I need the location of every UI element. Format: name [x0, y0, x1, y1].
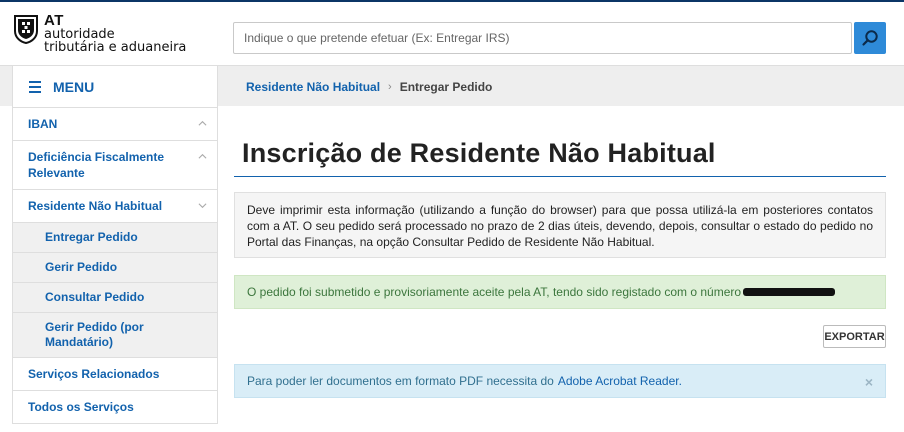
search-button[interactable] — [854, 22, 886, 54]
coat-of-arms-icon — [14, 15, 38, 44]
success-message: O pedido foi submetido e provisoriamente… — [247, 285, 742, 299]
sidebar-item-todos-servicos[interactable]: Todos os Serviços — [13, 390, 217, 423]
chevron-up-icon — [198, 153, 207, 159]
search-input[interactable] — [233, 22, 852, 54]
redacted-request-number — [743, 288, 836, 296]
success-alert: O pedido foi submetido e provisoriamente… — [234, 275, 886, 309]
sidebar-item-label: Deficiência Fiscalmente Relevante — [28, 150, 165, 180]
sidebar-subitem-consultar-pedido[interactable]: Consultar Pedido — [13, 282, 217, 312]
sidebar-item-servicos-relacionados[interactable]: Serviços Relacionados — [13, 357, 217, 390]
page-title: Inscrição de Residente Não Habitual — [242, 138, 716, 168]
sidebar-item-deficiencia[interactable]: Deficiência Fiscalmente Relevante — [13, 140, 217, 189]
breadcrumb: Residente Não Habitual › Entregar Pedido — [246, 80, 492, 94]
close-icon[interactable]: × — [865, 374, 873, 390]
sidebar-menu: IBAN Deficiência Fiscalmente Relevante R… — [12, 107, 218, 424]
export-button[interactable]: EXPORTAR — [823, 325, 886, 348]
breadcrumb-current: Entregar Pedido — [399, 80, 493, 94]
print-info-box: Deve imprimir esta informação (utilizand… — [234, 192, 886, 258]
pdf-info-alert: Para poder ler documentos em formato PDF… — [234, 364, 886, 398]
sidebar-item-iban[interactable]: IBAN — [13, 108, 217, 140]
sidebar-subitem-gerir-pedido-mandatario[interactable]: Gerir Pedido (por Mandatário) — [13, 312, 217, 357]
sidebar-subitem-entregar-pedido[interactable]: Entregar Pedido — [13, 222, 217, 252]
sidebar-item-label: IBAN — [28, 117, 58, 131]
at-logo[interactable]: AT autoridade tributária e aduaneira — [12, 12, 187, 55]
hamburger-icon — [29, 80, 41, 93]
search-icon — [862, 30, 878, 46]
chevron-right-icon: › — [388, 81, 392, 93]
title-divider — [234, 176, 886, 177]
chevron-up-icon — [198, 120, 207, 126]
search-bar — [233, 22, 888, 54]
sidebar-subitem-gerir-pedido[interactable]: Gerir Pedido — [13, 252, 217, 282]
breadcrumb-link-residente[interactable]: Residente Não Habitual — [246, 80, 380, 94]
pdf-note-text: Para poder ler documentos em formato PDF… — [247, 374, 554, 388]
chevron-down-icon — [198, 203, 207, 209]
adobe-reader-link[interactable]: Adobe Acrobat Reader. — [558, 374, 682, 388]
menu-label: MENU — [53, 78, 95, 95]
menu-toggle[interactable]: MENU — [12, 65, 218, 107]
site-header: AT autoridade tributária e aduaneira — [0, 2, 904, 65]
sidebar-item-label: Residente Não Habitual — [28, 199, 163, 213]
logo-at: AT — [44, 12, 64, 29]
sidebar-item-residente[interactable]: Residente Não Habitual — [13, 189, 217, 222]
logo-line-tributaria: tributária e aduaneira — [44, 40, 187, 55]
